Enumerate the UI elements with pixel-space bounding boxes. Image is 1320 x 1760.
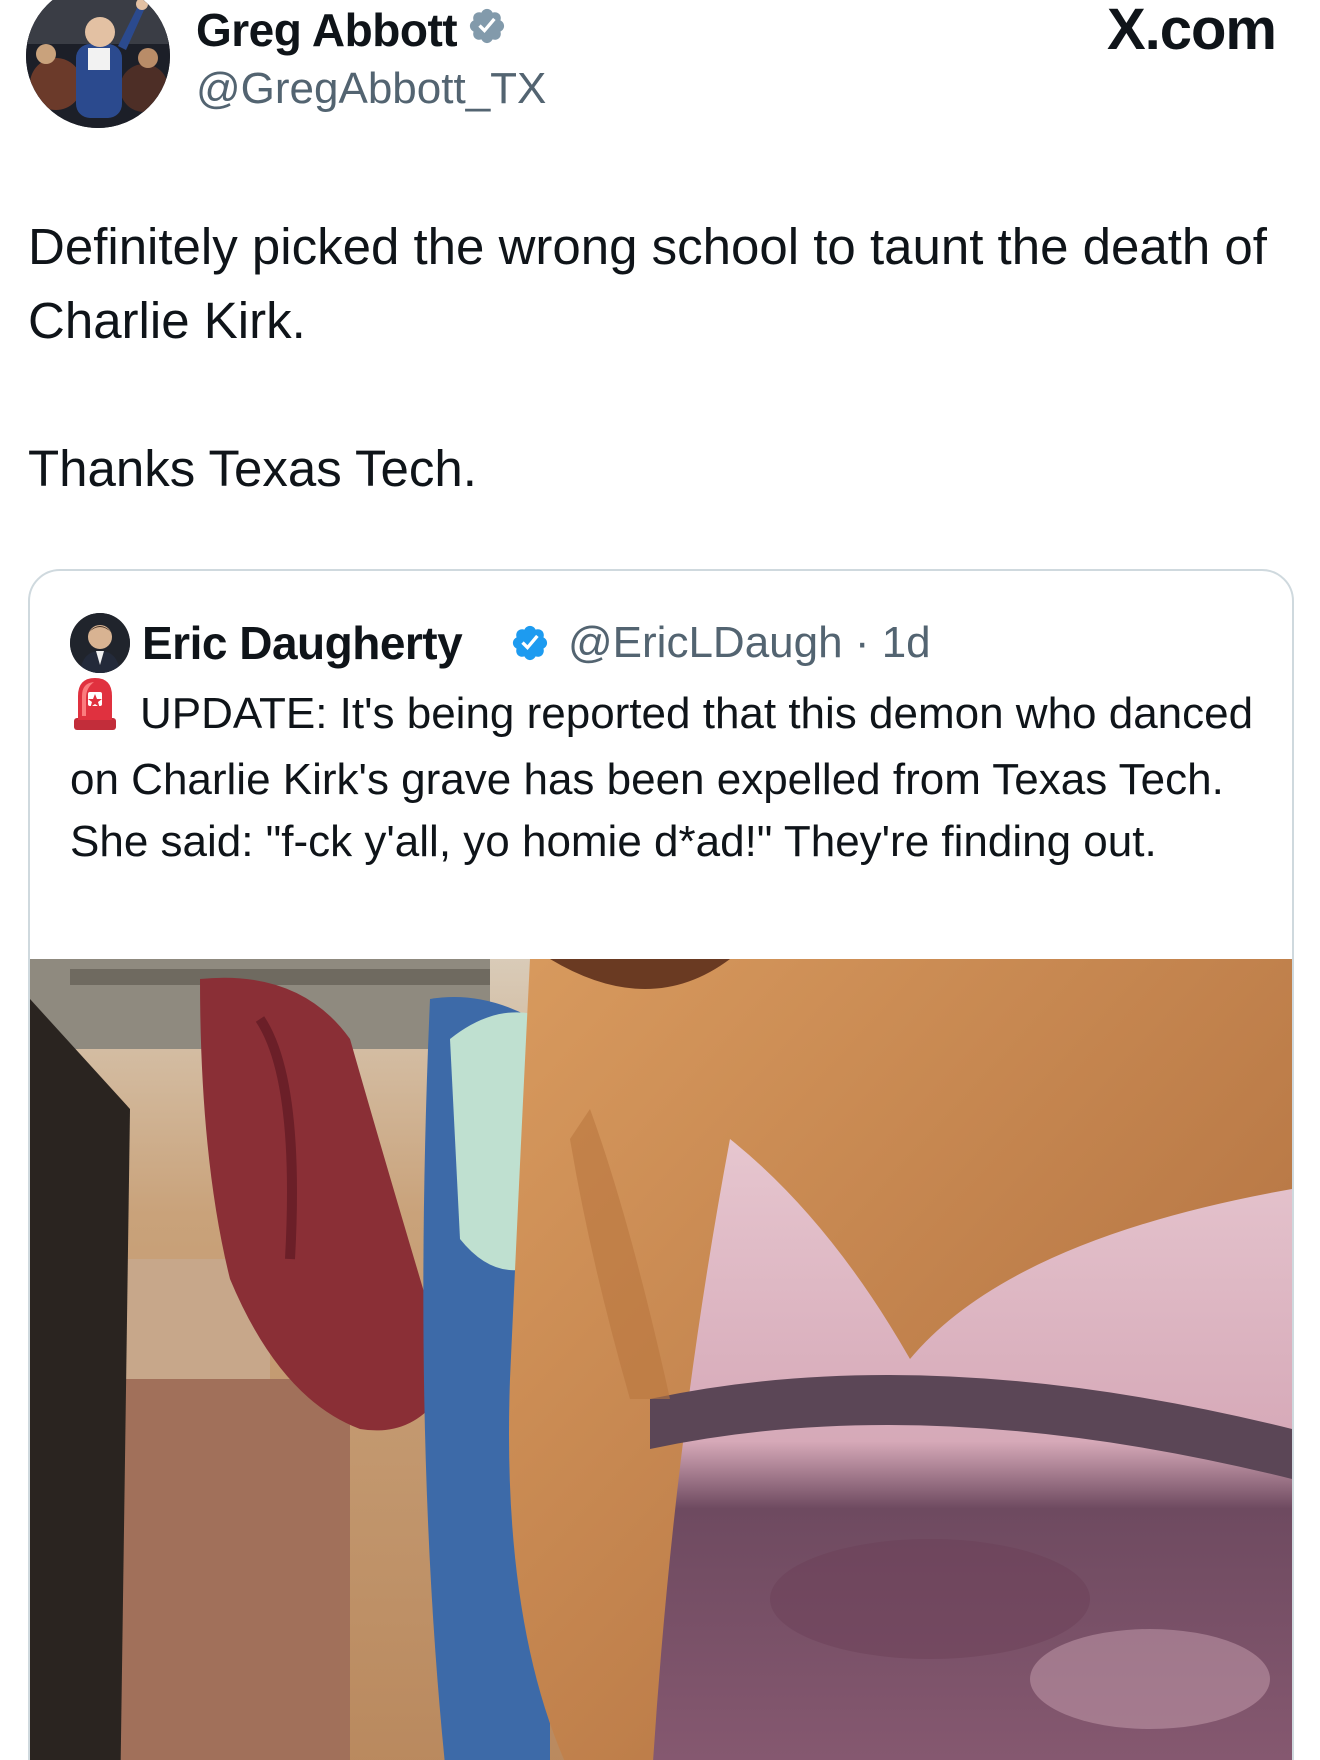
rotating-light-icon	[70, 674, 120, 749]
quoted-verified-badge-icon	[510, 623, 550, 668]
quoted-author-avatar-photo	[70, 613, 130, 673]
quoted-tweet-text: UPDATE: It's being reported that this de…	[70, 677, 1260, 873]
quoted-author-handle[interactable]: @EricLDaugh	[568, 618, 843, 667]
tweet-body: Definitely picked the wrong school to ta…	[28, 210, 1268, 506]
author-handle[interactable]: @GregAbbott_TX	[196, 62, 546, 116]
tweet-text-line: Thanks Texas Tech.	[28, 440, 477, 497]
tweet-screenshot: Greg Abbott @GregAbbott_TX X.com Definit…	[0, 0, 1320, 1760]
quoted-author-name-text[interactable]: Eric Daugherty	[142, 617, 463, 669]
author-name-text[interactable]: Greg Abbott	[196, 4, 458, 56]
quoted-author-name[interactable]: Eric Daugherty	[142, 613, 463, 673]
tweet-text-line: Definitely picked the wrong school to ta…	[28, 218, 1267, 349]
quoted-meta: @EricLDaugh · 1d	[568, 613, 931, 673]
verified-badge-icon	[467, 2, 507, 58]
author-display-name[interactable]: Greg Abbott	[196, 2, 507, 58]
quoted-tweet-media[interactable]	[30, 959, 1292, 1760]
quoted-tweet-card[interactable]: Eric Daugherty @EricLDaugh · 1d UPDATE: …	[28, 569, 1294, 1760]
quoted-tweet-age[interactable]: 1d	[882, 618, 931, 667]
video-still-image	[30, 959, 1292, 1760]
author-avatar[interactable]	[26, 0, 170, 128]
meta-separator: ·	[854, 618, 870, 667]
x-com-logo: X.com	[1106, 0, 1277, 62]
quoted-tweet-text-content: UPDATE: It's being reported that this de…	[70, 689, 1254, 866]
quoted-author-avatar[interactable]	[70, 613, 130, 673]
author-avatar-photo	[26, 0, 170, 128]
